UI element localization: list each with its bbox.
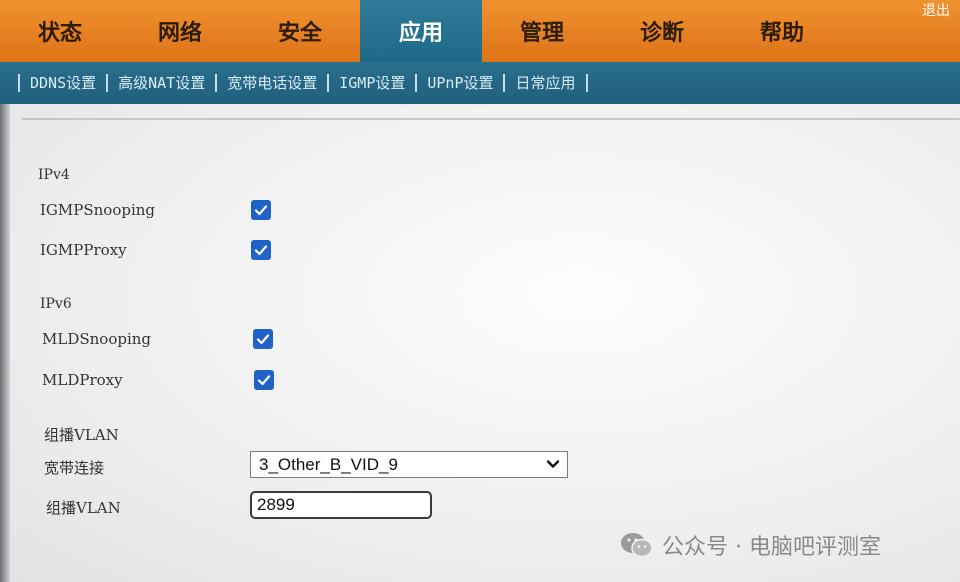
ipv4-section-title: IPv4 [38, 167, 70, 183]
multicast-vlan-section-title: 组播VLAN [44, 426, 119, 444]
igmp-snooping-checkbox[interactable] [251, 200, 271, 220]
wan-connection-value: 3_Other_B_VID_9 [259, 454, 398, 474]
ipv6-section-title: IPv6 [40, 296, 72, 312]
igmp-proxy-checkbox[interactable] [251, 240, 271, 260]
checkmark-icon [257, 375, 271, 386]
content-panel [10, 104, 960, 582]
chevron-down-icon [546, 460, 560, 468]
watermark: 公众号 · 电脑吧评测室 [620, 528, 881, 562]
top-nav: 状态 网络 安全 应用 管理 诊断 帮助 退出 [0, 0, 960, 62]
logout-link[interactable]: 退出 [922, 0, 950, 20]
wechat-icon [621, 533, 653, 558]
wan-connection-select[interactable]: 3_Other_B_VID_9 [250, 451, 568, 478]
igmp-snooping-label: IGMPSnooping [40, 201, 156, 219]
mld-snooping-checkbox[interactable] [253, 329, 273, 349]
subnav-voip[interactable]: 宽带电话设置 [215, 74, 327, 92]
subnav-daily-apps[interactable]: 日常应用 [503, 74, 588, 92]
tab-status[interactable]: 状态 [0, 0, 120, 62]
left-frame-edge [0, 104, 10, 582]
tab-application[interactable]: 应用 [360, 0, 482, 62]
subnav-advanced-nat[interactable]: 高级NAT设置 [106, 74, 215, 92]
tab-diagnostics[interactable]: 诊断 [602, 0, 722, 62]
checkmark-icon [254, 245, 268, 256]
igmp-proxy-label: IGMPProxy [40, 241, 127, 259]
subnav-upnp[interactable]: UPnP设置 [415, 74, 503, 92]
subnav-ddns[interactable]: DDNS设置 [18, 74, 106, 92]
content-divider [22, 118, 960, 120]
tab-help[interactable]: 帮助 [722, 0, 842, 62]
multicast-vlan-input[interactable] [250, 491, 432, 519]
mld-proxy-label: MLDProxy [42, 371, 123, 389]
checkmark-icon [254, 205, 268, 216]
wan-connection-label: 宽带连接 [44, 459, 105, 477]
tab-security[interactable]: 安全 [240, 0, 360, 62]
tab-network[interactable]: 网络 [120, 0, 240, 62]
checkmark-icon [256, 334, 270, 345]
subnav-igmp[interactable]: IGMP设置 [327, 74, 415, 92]
mld-proxy-checkbox[interactable] [254, 370, 274, 390]
multicast-vlan-label: 组播VLAN [46, 499, 121, 517]
mld-snooping-label: MLDSnooping [42, 330, 152, 348]
tab-management[interactable]: 管理 [482, 0, 602, 62]
watermark-text: 公众号 · 电脑吧评测室 [662, 535, 881, 560]
sub-nav: DDNS设置 高级NAT设置 宽带电话设置 IGMP设置 UPnP设置 日常应用 [0, 62, 960, 104]
